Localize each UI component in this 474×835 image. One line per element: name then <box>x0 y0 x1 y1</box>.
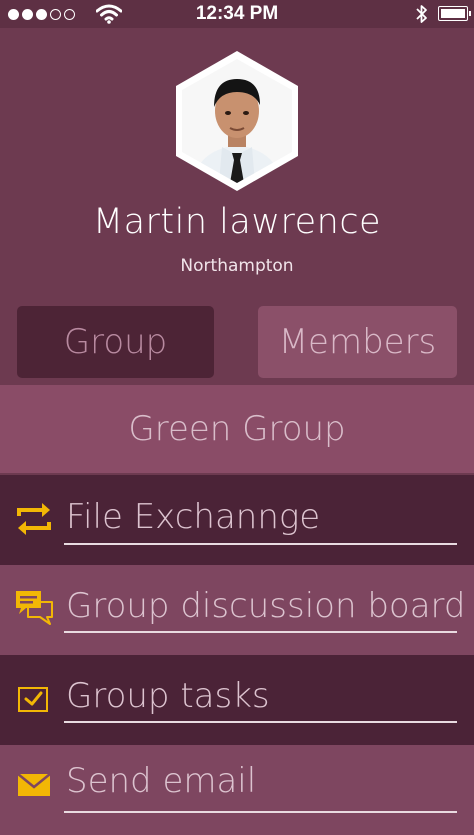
menu-divider <box>64 631 457 633</box>
profile-avatar[interactable] <box>176 51 298 191</box>
menu-item-discussion-board[interactable]: Group discussion board <box>0 565 474 655</box>
profile-location: Northampton <box>180 256 294 276</box>
menu-label-discussion-board: Group discussion board <box>66 586 466 626</box>
status-time: 12:34 PM <box>195 3 279 24</box>
group-name-banner: Green Group <box>0 385 474 473</box>
menu-label-send-email: Send email <box>66 761 257 801</box>
menu-label-group-tasks: Group tasks <box>66 676 270 716</box>
menu-item-send-email[interactable]: Send email <box>0 745 474 835</box>
menu-divider <box>64 721 457 723</box>
swap-arrows-icon <box>14 499 54 539</box>
profile-name: Martin lawrence <box>92 202 382 242</box>
menu-label-file-exchange: File Exchannge <box>66 497 321 537</box>
envelope-icon <box>14 765 54 805</box>
battery-icon <box>438 6 471 21</box>
checkbox-icon <box>14 679 54 719</box>
tab-members[interactable]: Members <box>258 306 457 378</box>
menu-item-file-exchange[interactable]: File Exchannge <box>0 475 474 565</box>
menu-divider <box>64 811 457 813</box>
bluetooth-icon <box>416 5 427 23</box>
tab-group[interactable]: Group <box>17 306 214 378</box>
status-bar: 12:34 PM <box>0 0 474 28</box>
chat-bubbles-icon <box>14 587 54 627</box>
menu-divider <box>64 543 457 545</box>
menu-item-group-tasks[interactable]: Group tasks <box>0 655 474 745</box>
